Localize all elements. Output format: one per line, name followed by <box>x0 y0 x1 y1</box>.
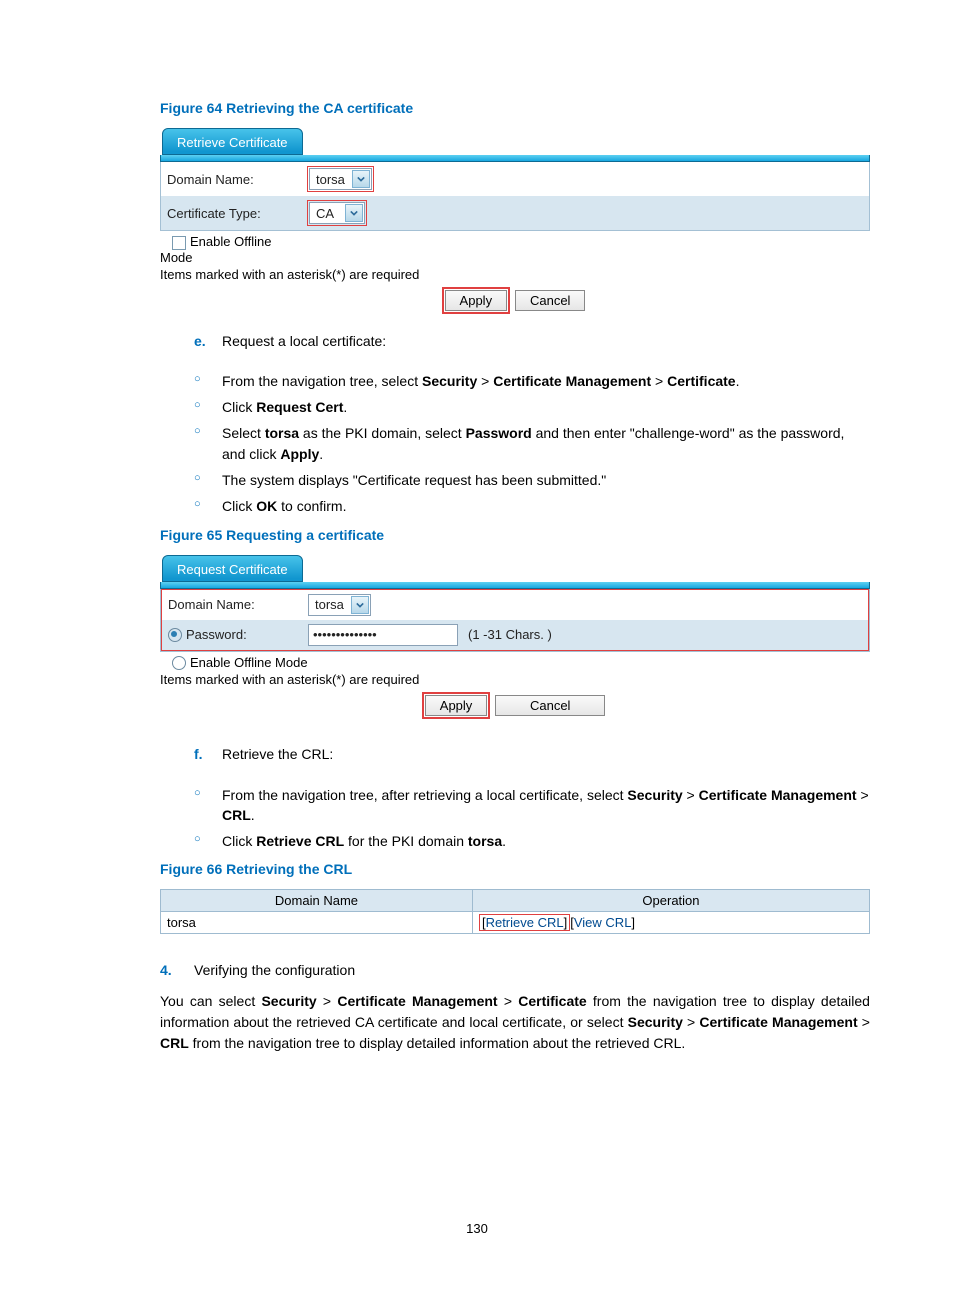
enable-offline-checkbox[interactable] <box>172 236 186 250</box>
page-number: 130 <box>0 1221 954 1236</box>
cell-domain: torsa <box>161 912 473 934</box>
bullet-icon <box>194 831 222 851</box>
bullet-icon <box>194 371 222 391</box>
enable-offline-radio[interactable] <box>172 656 186 670</box>
step-e-4: The system displays "Certificate request… <box>222 470 606 490</box>
cert-type-select[interactable]: CA <box>309 202 365 224</box>
bullet-icon <box>194 785 222 826</box>
required-note: Items marked with an asterisk(*) are req… <box>160 672 870 687</box>
cancel-button[interactable]: Cancel <box>495 695 605 716</box>
apply-button[interactable]: Apply <box>425 695 488 716</box>
bullet-icon <box>194 496 222 516</box>
domain-name-select[interactable]: torsa <box>308 594 371 616</box>
figure-65-caption: Figure 65 Requesting a certificate <box>160 527 870 543</box>
step-e-3: Select torsa as the PKI domain, select P… <box>222 423 870 464</box>
step-f-2: Click Retrieve CRL for the PKI domain to… <box>222 831 506 851</box>
request-cert-panel: Request Certificate Domain Name: torsa P… <box>160 555 870 717</box>
request-cert-tab[interactable]: Request Certificate <box>162 555 303 582</box>
retrieve-cert-panel: Retrieve Certificate Domain Name: torsa … <box>160 128 870 311</box>
step-4-title: Verifying the configuration <box>194 960 355 980</box>
step-e-1: From the navigation tree, select Securit… <box>222 371 739 391</box>
step-4-paragraph: You can select Security > Certificate Ma… <box>160 991 870 1054</box>
password-label: Password: <box>168 627 308 643</box>
required-note: Items marked with an asterisk(*) are req… <box>160 267 870 282</box>
step-f-title: Retrieve the CRL: <box>222 744 333 764</box>
retrieve-cert-tab[interactable]: Retrieve Certificate <box>162 128 303 155</box>
figure-64-caption: Figure 64 Retrieving the CA certificate <box>160 100 870 116</box>
step-e-title: Request a local certificate: <box>222 331 386 351</box>
domain-name-label: Domain Name: <box>167 172 307 187</box>
step-e-5: Click OK to confirm. <box>222 496 346 516</box>
apply-button[interactable]: Apply <box>445 290 508 311</box>
cancel-button[interactable]: Cancel <box>515 290 585 311</box>
figure-66-caption: Figure 66 Retrieving the CRL <box>160 861 870 877</box>
cert-type-label: Certificate Type: <box>167 206 307 221</box>
view-crl-link[interactable]: View CRL <box>574 915 632 930</box>
chevron-down-icon <box>352 170 370 188</box>
chevron-down-icon <box>345 204 363 222</box>
col-domain: Domain Name <box>161 890 473 912</box>
enable-offline-label: Enable Offline Mode <box>190 655 308 670</box>
col-operation: Operation <box>472 890 869 912</box>
step-f-1: From the navigation tree, after retrievi… <box>222 785 870 826</box>
password-hint: (1 -31 Chars. ) <box>468 627 552 642</box>
bullet-icon <box>194 470 222 490</box>
domain-name-label: Domain Name: <box>168 597 308 612</box>
step-e-marker: e. <box>194 331 222 351</box>
step-4-marker: 4. <box>160 960 194 980</box>
domain-name-select[interactable]: torsa <box>309 168 372 190</box>
password-input[interactable]: •••••••••••••• <box>308 624 458 646</box>
chevron-down-icon <box>351 596 369 614</box>
crl-table: Domain Name Operation torsa [Retrieve CR… <box>160 889 870 934</box>
mode-label: Mode <box>160 250 870 265</box>
bullet-icon <box>194 397 222 417</box>
retrieve-crl-link[interactable]: Retrieve CRL <box>486 915 564 930</box>
bullet-icon <box>194 423 222 464</box>
password-radio[interactable] <box>168 628 182 642</box>
enable-offline-label: Enable Offline <box>190 234 271 249</box>
step-e-2: Click Request Cert. <box>222 397 347 417</box>
step-f-marker: f. <box>194 744 222 764</box>
table-row: torsa [Retrieve CRL][View CRL] <box>161 912 870 934</box>
